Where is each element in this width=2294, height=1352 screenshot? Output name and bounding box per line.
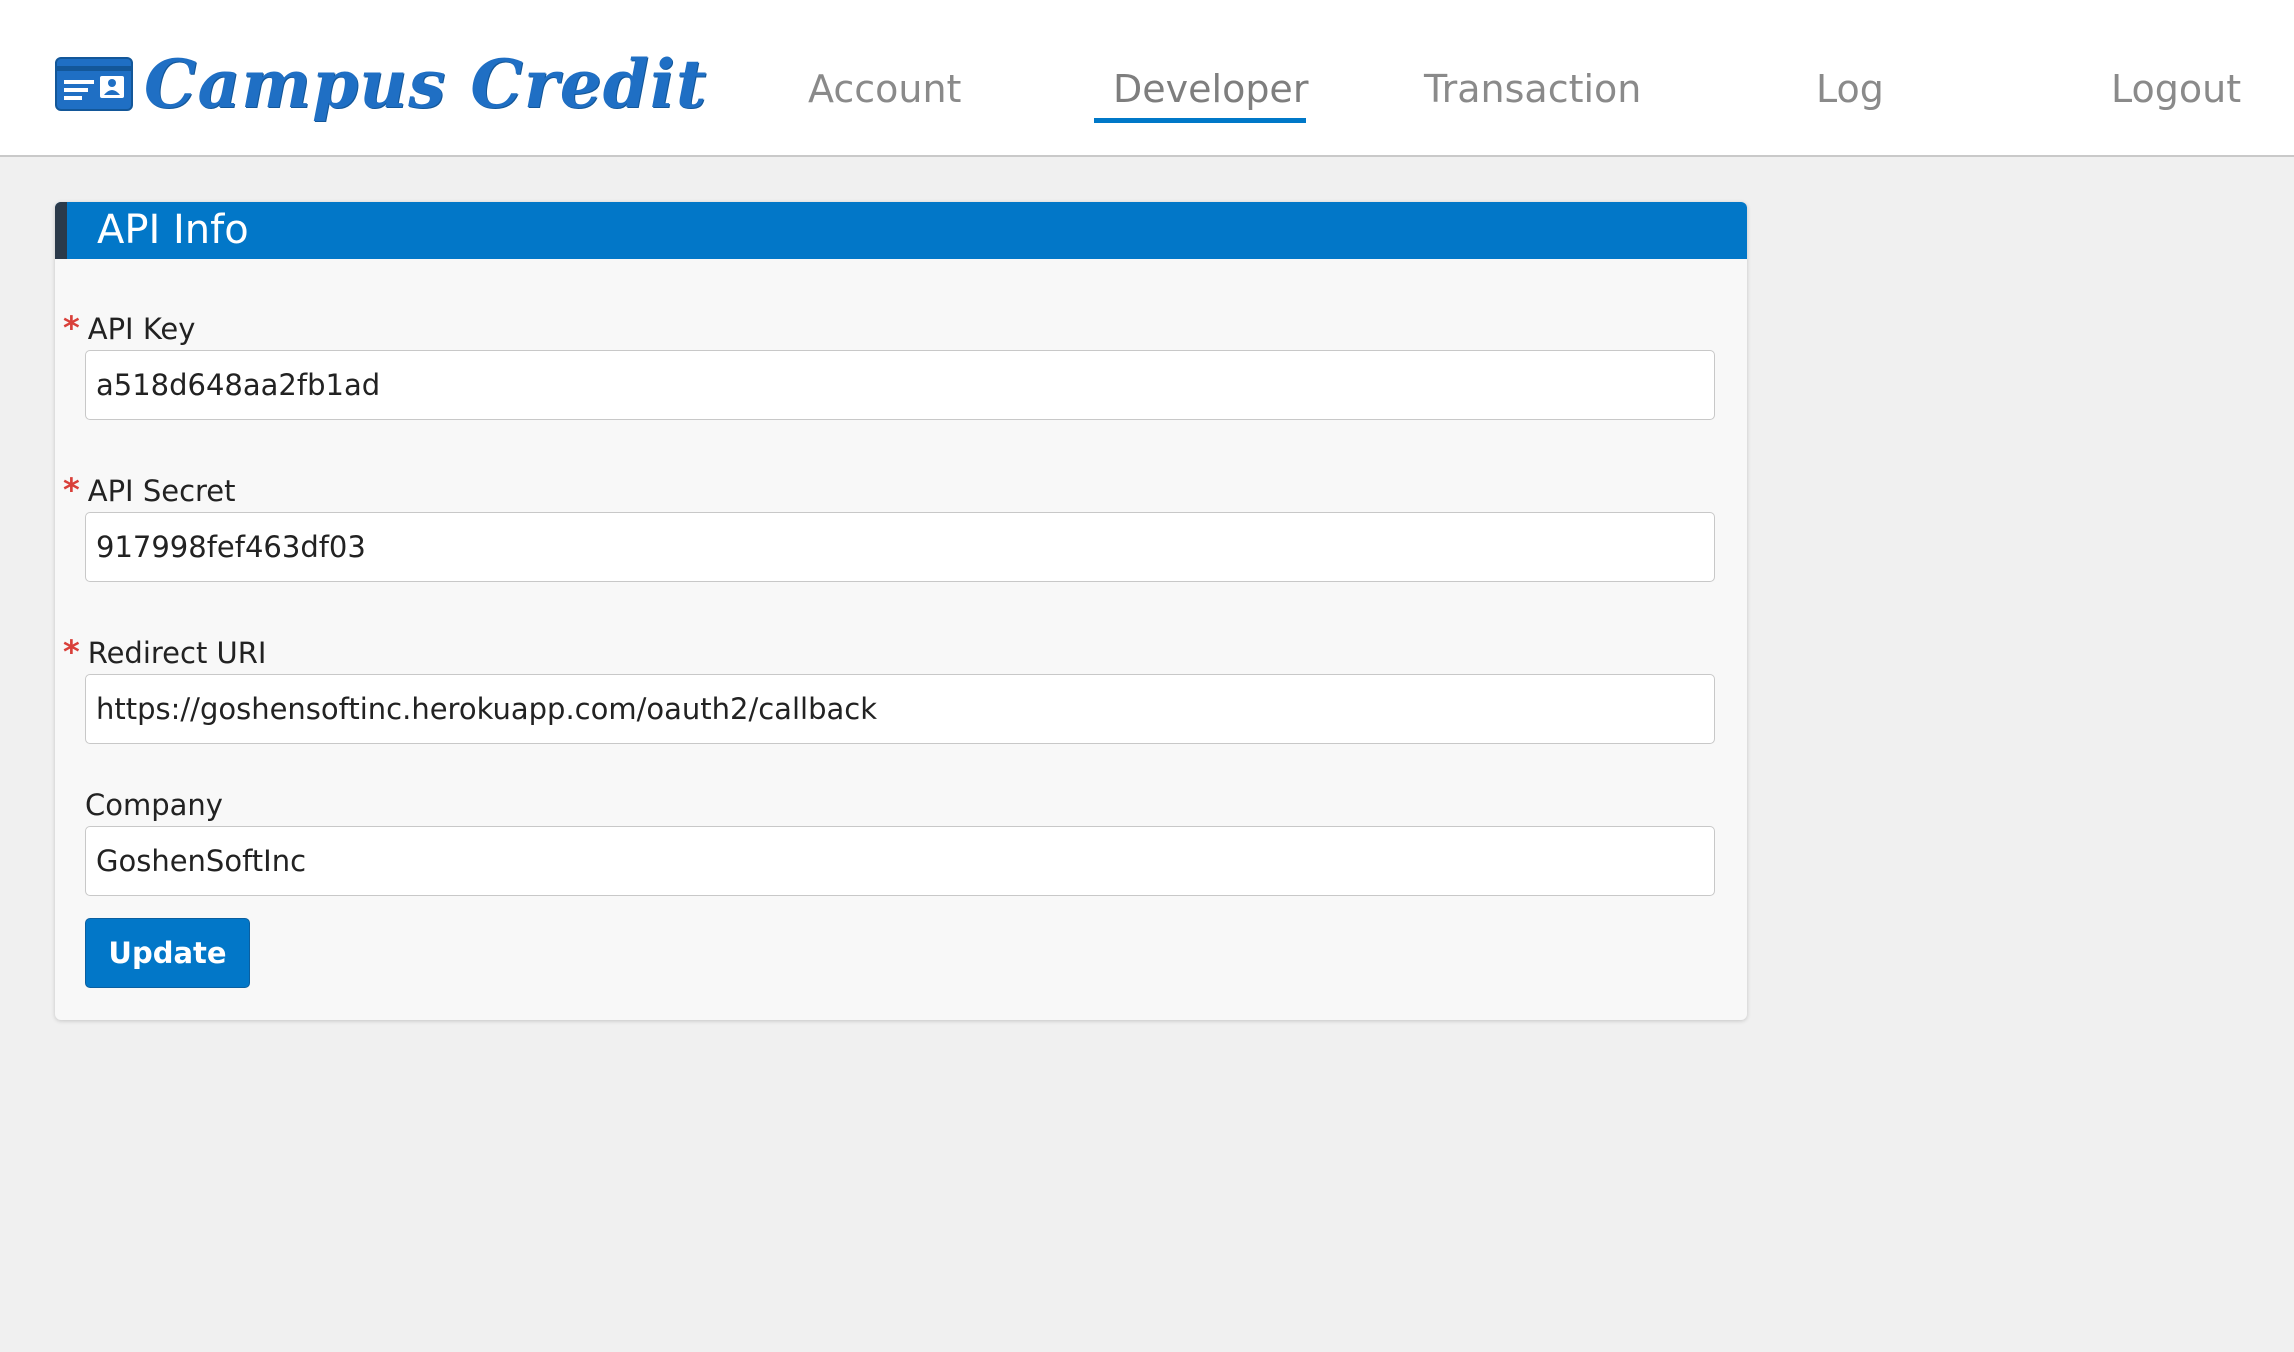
panel-header-accent <box>55 202 67 259</box>
brand-name: Campus Credit <box>144 45 708 123</box>
company-input[interactable] <box>85 826 1715 896</box>
company-label: Company <box>85 787 223 823</box>
nav-transaction[interactable]: Transaction <box>1424 64 1641 114</box>
active-nav-indicator <box>1094 118 1306 123</box>
brand-logo[interactable]: Campus Credit <box>54 44 707 124</box>
panel-title: API Info <box>97 207 249 253</box>
api-key-label: * API Key <box>63 310 195 347</box>
nav-account[interactable]: Account <box>808 64 961 114</box>
api-key-input[interactable] <box>85 350 1715 420</box>
update-button[interactable]: Update <box>85 918 250 988</box>
id-card-icon <box>55 57 133 111</box>
panel-header: API Info <box>55 202 1747 259</box>
api-info-panel: API Info *API Key *API Secret *Redirect … <box>55 202 1747 1020</box>
redirect-uri-label: * Redirect URI <box>63 634 266 671</box>
top-navbar: Campus Credit Account Developer Transact… <box>0 0 2294 157</box>
nav-log[interactable]: Log <box>1816 64 1884 114</box>
required-marker: * <box>63 633 80 671</box>
required-marker: * <box>63 471 80 509</box>
redirect-uri-input[interactable] <box>85 674 1715 744</box>
redirect-uri-label-text: Redirect URI <box>87 636 267 670</box>
api-secret-label-text: API Secret <box>87 474 236 508</box>
company-label-text: Company <box>85 788 223 822</box>
api-secret-input[interactable] <box>85 512 1715 582</box>
required-marker: * <box>63 309 80 347</box>
nav-logout[interactable]: Logout <box>2111 64 2241 114</box>
nav-developer[interactable]: Developer <box>1113 64 1308 114</box>
api-key-label-text: API Key <box>87 312 196 346</box>
api-secret-label: * API Secret <box>63 472 236 509</box>
